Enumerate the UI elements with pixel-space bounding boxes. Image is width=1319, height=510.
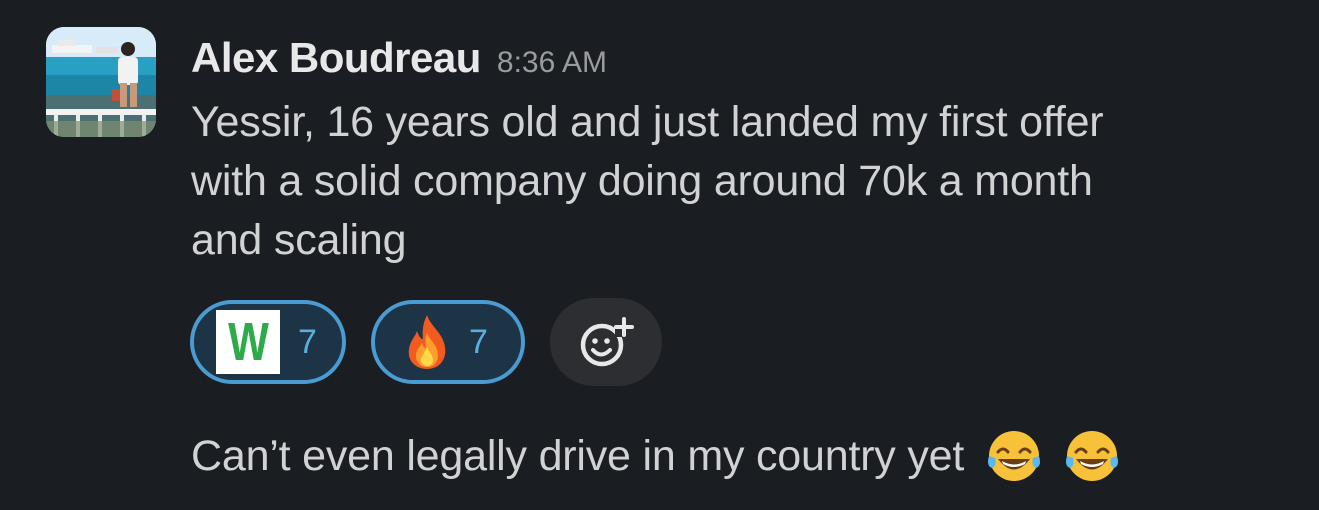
w-letter-emoji-text: W [227,312,269,372]
reaction-fire[interactable]: 7 [371,300,525,384]
message-header: Alex Boudreau 8:36 AM [191,34,607,88]
laughing-tears-emoji-icon [988,431,1041,481]
reaction-w[interactable]: W 7 [190,300,346,384]
fire-emoji-icon [408,315,446,369]
message-timestamp[interactable]: 8:36 AM [497,46,607,80]
add-reaction-icon [580,317,634,367]
message-text: Yessir, 16 years old and just landed my … [191,98,1104,264]
followup-text: Can’t even legally drive in my country y… [191,431,965,480]
followup-message: Can’t even legally drive in my country y… [191,426,1120,486]
reactions-bar: W 7 7 [190,297,662,387]
laughing-tears-emoji-icon [1066,431,1119,481]
author-name[interactable]: Alex Boudreau [191,34,481,82]
reaction-count: 7 [298,322,317,361]
add-reaction-button[interactable] [550,298,662,386]
avatar[interactable] [46,27,156,137]
user-photo-avatar-icon [46,27,156,137]
message-container: Alex Boudreau 8:36 AM Yessir, 16 years o… [0,0,1319,510]
w-letter-emoji-icon: W [216,310,280,374]
reaction-count: 7 [469,322,488,361]
